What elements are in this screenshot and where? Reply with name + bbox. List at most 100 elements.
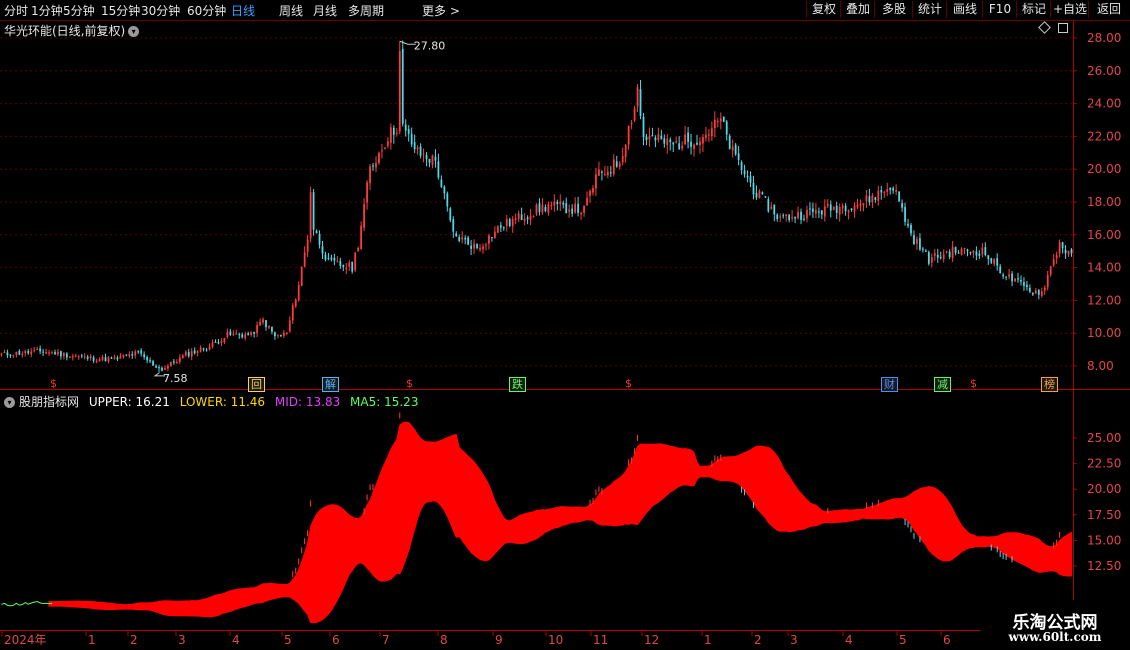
candle — [128, 351, 131, 359]
candle — [18, 349, 21, 355]
event-badge[interactable]: 财 — [881, 377, 898, 392]
event-badge[interactable]: $ — [404, 377, 415, 390]
candle — [639, 79, 642, 120]
candle — [603, 166, 606, 177]
candle — [181, 354, 184, 359]
candle — [36, 346, 39, 351]
candle — [832, 206, 835, 211]
candle — [990, 257, 993, 264]
candle — [274, 331, 276, 340]
event-badge[interactable]: 跌 — [509, 377, 526, 392]
candle — [592, 185, 594, 196]
candle — [140, 348, 143, 357]
candle — [220, 338, 223, 347]
candle — [919, 233, 921, 252]
candle — [1046, 270, 1049, 291]
candle — [473, 239, 475, 255]
candle — [333, 253, 336, 266]
candle — [975, 246, 978, 261]
candle — [945, 250, 948, 254]
candle — [957, 250, 960, 254]
candle — [1029, 284, 1031, 294]
candle — [1011, 271, 1013, 287]
candle — [734, 142, 737, 156]
time-tick-label: 3 — [790, 633, 798, 647]
candle — [416, 145, 419, 155]
candle — [517, 210, 520, 223]
candle — [268, 325, 270, 330]
candle — [684, 125, 687, 145]
chevron-down-icon[interactable]: ▾ — [4, 397, 15, 408]
candle — [381, 143, 383, 159]
candle — [800, 208, 802, 225]
indicator-band — [1, 412, 1072, 624]
price-tick-label: 24.00 — [1087, 97, 1121, 111]
candle — [449, 206, 452, 223]
candle — [83, 353, 86, 360]
candle — [963, 247, 966, 255]
event-badge[interactable]: 解 — [322, 377, 339, 392]
time-tick-label: 10 — [548, 633, 563, 647]
candle — [969, 251, 972, 256]
event-badge[interactable]: 减 — [934, 377, 951, 392]
candle — [410, 127, 413, 148]
candle — [535, 203, 538, 216]
candle — [205, 347, 208, 352]
candle — [446, 191, 449, 212]
candle — [493, 226, 496, 239]
candle — [389, 123, 392, 150]
candle — [725, 119, 728, 141]
event-badge[interactable]: 榜 — [1041, 377, 1058, 392]
event-badge[interactable]: 回 — [248, 377, 265, 392]
indicator-axis-ticks: 25.00 22.50 20.00 17.50 15.00 12.50 — [1073, 431, 1121, 573]
time-tick-label: 8 — [440, 633, 448, 647]
candle — [898, 191, 901, 202]
candle — [279, 334, 282, 338]
candle — [265, 319, 267, 331]
price-tick-label: 16.00 — [1087, 228, 1121, 242]
candle — [660, 129, 663, 140]
candle — [942, 249, 945, 263]
time-tick-label: 1 — [88, 633, 96, 647]
upper-value: UPPER: 16.21 — [88, 395, 170, 409]
candle — [927, 250, 930, 266]
candle — [645, 133, 648, 146]
event-badge[interactable]: $ — [968, 377, 979, 390]
candle — [482, 243, 484, 254]
indicator-title: ▾ 股朋指标网 UPPER: 16.21 LOWER: 11.46 MID: 13… — [4, 393, 418, 410]
candle — [45, 348, 47, 355]
price-tick-label: 26.00 — [1087, 64, 1121, 78]
event-badge[interactable]: $ — [48, 377, 59, 390]
price-tick-label: 12.00 — [1087, 293, 1121, 307]
candle — [256, 321, 259, 338]
candle — [788, 213, 791, 223]
candle — [598, 161, 600, 176]
candle — [425, 152, 428, 167]
candle — [496, 225, 499, 233]
candle — [547, 201, 550, 216]
candle — [15, 351, 18, 358]
candle — [526, 215, 529, 225]
candle — [149, 357, 152, 364]
mid-value: MID: 13.83 — [274, 395, 341, 409]
candle — [1020, 275, 1022, 286]
candlestick-series — [0, 40, 1073, 373]
candle — [1002, 272, 1005, 280]
candle — [600, 170, 603, 181]
price-chart[interactable]: 28.0026.0024.0022.0020.0018.0016.0014.00… — [0, 0, 1130, 650]
candle — [904, 202, 906, 226]
candle — [907, 218, 909, 229]
indicator-tick-label: 15.00 — [1087, 533, 1121, 547]
candle — [936, 248, 939, 263]
indicator-tick-label: 12.50 — [1087, 559, 1121, 573]
price-tick-label: 20.00 — [1087, 162, 1121, 176]
candle — [580, 211, 582, 220]
candle — [856, 198, 859, 210]
event-badge[interactable]: $ — [623, 377, 634, 390]
candle — [27, 348, 30, 355]
candle — [806, 205, 808, 223]
candle — [294, 298, 297, 308]
candle — [529, 208, 532, 226]
candle — [681, 141, 684, 151]
candle — [476, 243, 478, 250]
